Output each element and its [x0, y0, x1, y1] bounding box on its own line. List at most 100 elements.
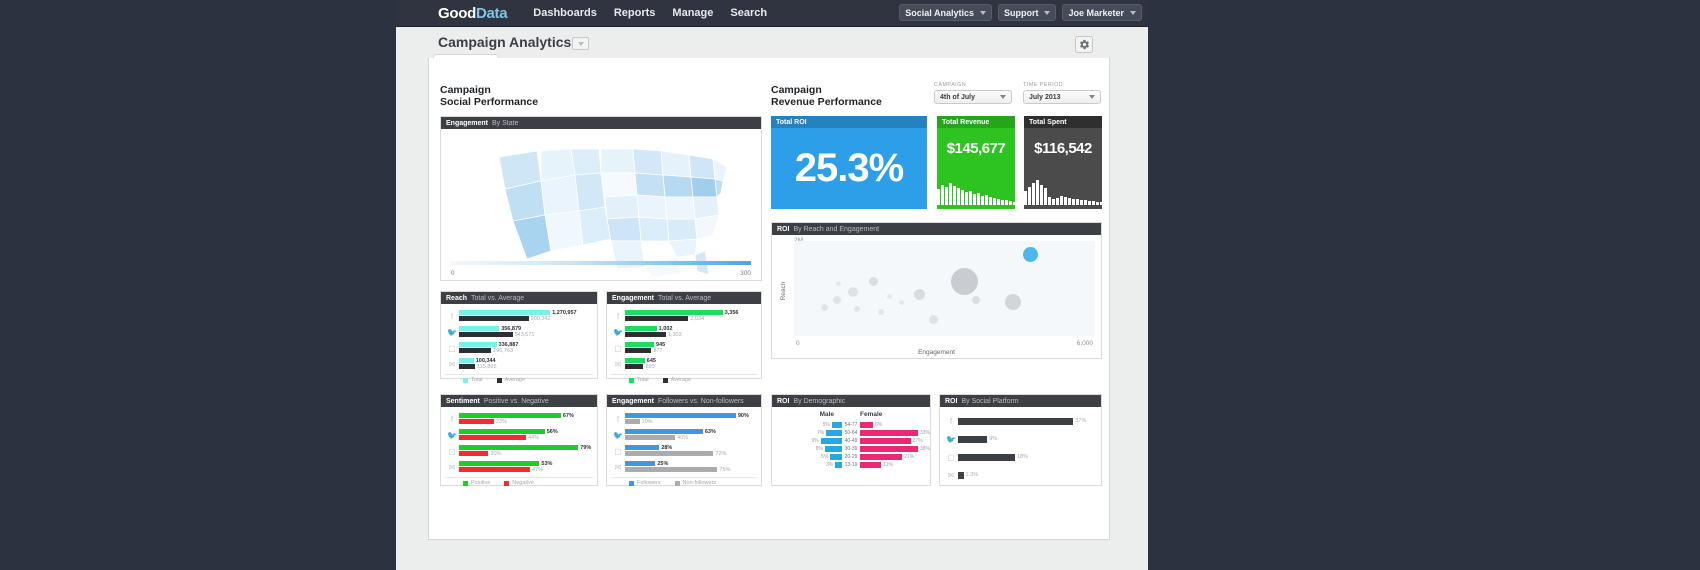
panel-title: ROI: [777, 225, 790, 233]
left-section-heading-line1: Campaign: [440, 84, 491, 96]
kpi-total-roi-header: Total ROI: [771, 116, 927, 128]
bubble-point: [878, 309, 885, 316]
panel-title: Engagement: [612, 294, 655, 302]
table-row: 9% 40-49 27%: [772, 437, 930, 444]
kpi-total-revenue-sparkline: [936, 179, 1016, 205]
nav-item-manage[interactable]: Manage: [672, 7, 713, 19]
kpi-total-roi[interactable]: Total ROI 25.3%: [771, 116, 927, 209]
legend-label: Average: [670, 377, 692, 383]
list-item[interactable]: 🐦 356,879 543,571: [445, 326, 593, 338]
nav-item-reports[interactable]: Reports: [614, 7, 656, 19]
chevron-down-icon: [1044, 10, 1051, 15]
list-item[interactable]: ✉ 100,344 115,865: [445, 358, 593, 370]
legend-swatch: [463, 377, 468, 383]
list-item[interactable]: ✉ 25% 75%: [611, 461, 757, 473]
user-menu-joe-marketer[interactable]: Joe Marketer: [1062, 4, 1142, 21]
bar-value-positive: 53%: [541, 460, 553, 467]
kpi-total-revenue-header: Total Revenue: [937, 116, 1015, 128]
list-item[interactable]: ▢ 28% 72%: [611, 445, 757, 457]
list-item[interactable]: f 1,270,957 900,342: [445, 310, 593, 322]
followers-legend: Followers Non-followers: [611, 477, 757, 486]
bar-group: 53% 47%: [459, 461, 593, 473]
dashboard-canvas: Campaign Social Performance Campaign Rev…: [428, 58, 1110, 540]
list-item[interactable]: 🐦 56% 44%: [445, 429, 593, 441]
demographic-pyramid[interactable]: Male Female 5% 54-77 6% 7% 50-64 33% 9% …: [772, 407, 930, 468]
table-row: 3% 13-19 11%: [772, 461, 930, 468]
list-item[interactable]: 🐦 1,002 1,303: [611, 326, 757, 338]
legend-item-followers: Followers: [629, 480, 661, 486]
chevron-down-icon: [1130, 10, 1136, 15]
project-selector-social-analytics[interactable]: Social Analytics: [899, 4, 992, 21]
list-item[interactable]: f 90% 10%: [611, 413, 757, 425]
list-item[interactable]: ✉ 53% 47%: [445, 461, 593, 473]
bar-value-followers: 90%: [737, 412, 749, 419]
bubble-x-axis-label: Engagement: [918, 349, 955, 356]
bar-group: 3,356 2,034: [625, 310, 757, 322]
instagram-icon: ▢: [448, 343, 456, 353]
filter-time-period-select[interactable]: July 2013: [1023, 90, 1101, 104]
pyramid-female-bar: [860, 421, 873, 428]
bubble-point: [869, 277, 879, 287]
gooddata-logo[interactable]: GoodData: [438, 4, 508, 22]
legend-swatch: [496, 377, 502, 383]
pyramid-female-value: 27%: [912, 437, 923, 444]
kpi-total-spent-body: $116,542: [1023, 128, 1103, 209]
support-menu[interactable]: Support: [997, 4, 1057, 21]
filter-campaign-select[interactable]: 4th of July: [934, 90, 1012, 104]
bar-value-nonfollowers: 72%: [715, 450, 727, 457]
legend-swatch: [674, 480, 680, 486]
bar-value-average: 115,865: [477, 363, 497, 370]
legend-swatch: [662, 377, 668, 383]
pyramid-male-value: 7%: [817, 429, 825, 436]
page-title-dropdown[interactable]: [572, 37, 589, 50]
bar-group: 100,344 115,865: [459, 358, 593, 370]
bar-value-average: 609: [645, 363, 655, 370]
bar-value-negative: 23%: [495, 418, 507, 425]
email-icon: ✉: [947, 471, 955, 480]
list-item[interactable]: f 67% 23%: [445, 413, 593, 425]
bubble-point: [1022, 246, 1038, 262]
engagement-by-state-panel: Engagement By State 0 300: [440, 116, 762, 281]
nav-item-search[interactable]: Search: [730, 7, 767, 19]
nav-item-dashboards[interactable]: Dashboards: [533, 7, 597, 19]
panel-subtitle: By Social Platform: [961, 397, 1019, 405]
list-item[interactable]: 🐦 63% 40%: [611, 429, 757, 441]
legend-item-average: Average: [662, 377, 692, 383]
followers-rows: f 90% 10% 🐦 63% 40% ▢ 28% 72% ✉ 25% 75% …: [607, 407, 761, 488]
pyramid-female-value: 38%: [919, 445, 930, 452]
legend-swatch: [504, 480, 510, 486]
twitter-icon: 🐦: [447, 327, 457, 337]
reach-legend: Total Average: [445, 374, 593, 383]
kpi-total-spent[interactable]: Total Spent $116,542: [1023, 116, 1103, 209]
kpi-total-revenue[interactable]: Total Revenue $145,677: [936, 116, 1016, 209]
map-legend-max: 300: [740, 270, 751, 277]
panel-title: Engagement: [612, 397, 655, 405]
list-item[interactable]: ✉ 1.3%: [944, 471, 1097, 480]
logo-text-good: Good: [438, 4, 476, 22]
table-row: 5% 20-29 21%: [772, 453, 930, 460]
facebook-icon: f: [949, 417, 953, 426]
pyramid-age-label: 13-19: [844, 461, 858, 468]
list-item[interactable]: f 37%: [944, 417, 1097, 426]
settings-button[interactable]: [1075, 36, 1093, 53]
instagram-icon: ▢: [448, 446, 456, 456]
list-item[interactable]: ✉ 645 609: [611, 358, 757, 370]
kpi-total-revenue-title: Total Revenue: [942, 118, 990, 126]
list-item[interactable]: ▢ 79% 20%: [445, 445, 593, 457]
panel-header: ROI By Demographic: [772, 395, 930, 407]
list-item[interactable]: ▢ 18%: [944, 453, 1097, 462]
bar-group: 28% 72%: [625, 445, 757, 457]
bubble-point: [971, 296, 980, 305]
list-item[interactable]: ▢ 945 877: [611, 342, 757, 354]
list-item[interactable]: ▢ 336,887 296,763: [445, 342, 593, 354]
bar-value-followers: 25%: [657, 460, 669, 467]
bubble-point: [854, 305, 861, 312]
bubble-chart-plot[interactable]: [794, 241, 1095, 336]
us-choropleth-map[interactable]: [441, 129, 761, 279]
pyramid-male-value: 3%: [826, 461, 834, 468]
support-menu-label: Support: [1003, 7, 1039, 18]
panel-subtitle: Positive vs. Negative: [483, 397, 549, 405]
list-item[interactable]: f 3,356 2,034: [611, 310, 757, 322]
pyramid-female-bar: [860, 445, 918, 452]
list-item[interactable]: 🐦 9%: [944, 435, 1097, 444]
